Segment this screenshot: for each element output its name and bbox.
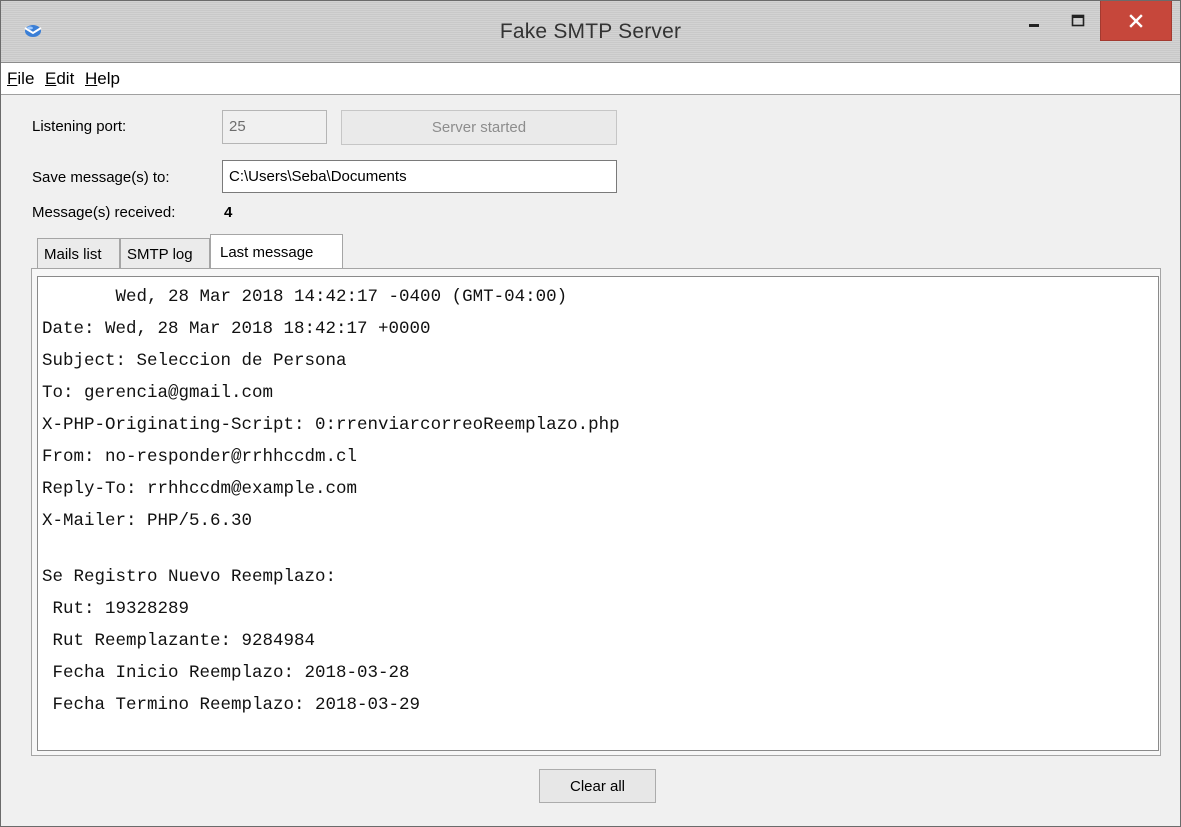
message-line: X-PHP-Originating-Script: 0:rrenviarcorr…: [42, 415, 620, 435]
message-line: To: gerencia@gmail.com: [42, 383, 274, 403]
message-line: Se Registro Nuevo Reemplazo:: [42, 567, 337, 587]
listening-port-label: Listening port:: [32, 118, 127, 135]
tab-smtp-log[interactable]: SMTP log: [120, 238, 210, 269]
message-line: Reply-To: rrhhccdm@example.com: [42, 479, 358, 499]
app-window: Fake SMTP Server File Edit Help Listenin…: [0, 0, 1181, 827]
save-messages-label: Save message(s) to:: [32, 169, 170, 186]
listening-port-field[interactable]: 25: [222, 110, 327, 144]
tab-mails-list[interactable]: Mails list: [37, 238, 120, 269]
title-bar[interactable]: Fake SMTP Server: [1, 1, 1180, 62]
message-line: Rut Reemplazante: 9284984: [42, 631, 316, 651]
message-line: From: no-responder@rrhhccdm.cl: [42, 447, 358, 467]
close-icon: [1129, 13, 1143, 28]
last-message-textarea[interactable]: Wed, 28 Mar 2018 14:42:17 -0400 (GMT-04:…: [37, 276, 1159, 751]
menu-help[interactable]: Help: [85, 69, 120, 89]
tab-last-message[interactable]: Last message: [210, 234, 343, 269]
minimize-icon: [1028, 23, 1039, 27]
maximize-icon: [1071, 14, 1084, 26]
save-path-field[interactable]: C:\Users\Seba\Documents: [222, 160, 617, 193]
message-line: Subject: Seleccion de Persona: [42, 351, 347, 371]
close-button[interactable]: [1100, 1, 1172, 41]
menu-bar: File Edit Help: [1, 62, 1180, 95]
menu-file[interactable]: File: [7, 69, 34, 89]
message-line: Wed, 28 Mar 2018 14:42:17 -0400 (GMT-04:…: [42, 287, 568, 307]
message-line: Date: Wed, 28 Mar 2018 18:42:17 +0000: [42, 319, 431, 339]
minimize-button[interactable]: [1011, 1, 1056, 40]
messages-received-count: 4: [224, 204, 233, 221]
menu-edit[interactable]: Edit: [45, 69, 74, 89]
message-line: Fecha Termino Reemplazo: 2018-03-29: [42, 695, 421, 715]
message-line: Rut: 19328289: [42, 599, 190, 619]
clear-all-button[interactable]: Clear all: [539, 769, 656, 803]
message-line: X-Mailer: PHP/5.6.30: [42, 511, 253, 531]
server-started-button[interactable]: Server started: [341, 110, 617, 145]
message-line: Fecha Inicio Reemplazo: 2018-03-28: [42, 663, 410, 683]
maximize-button[interactable]: [1055, 1, 1100, 40]
messages-received-label: Message(s) received:: [32, 204, 176, 221]
window-title: Fake SMTP Server: [499, 20, 682, 43]
